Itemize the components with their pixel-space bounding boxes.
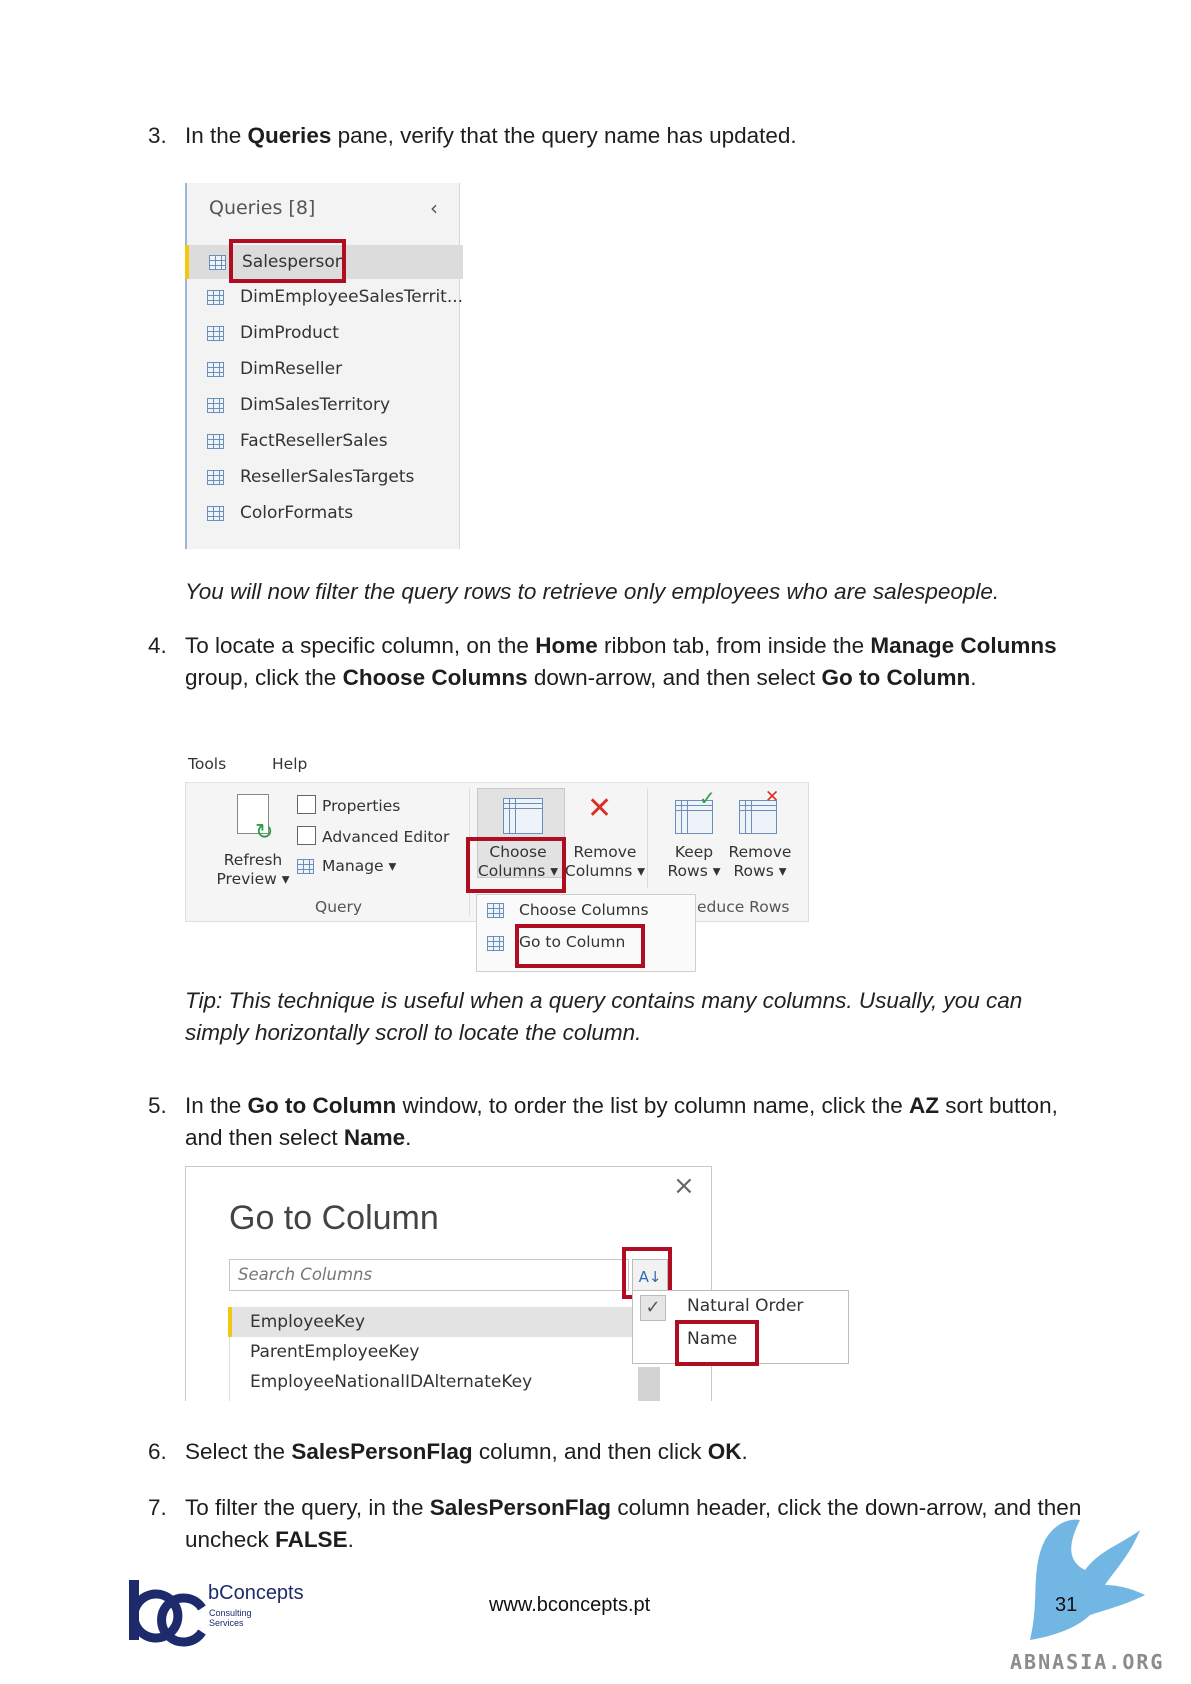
table-icon — [207, 326, 224, 341]
dragon-icon — [1030, 1519, 1145, 1640]
table-icon — [207, 362, 224, 377]
table-icon — [207, 398, 224, 413]
group-divider — [647, 788, 648, 888]
columns-list: EmployeeKey ParentEmployeeKey EmployeeNa… — [228, 1307, 636, 1401]
table-icon — [297, 859, 314, 874]
menu-item-choose-columns[interactable]: Choose Columns — [519, 901, 649, 919]
table-icon — [207, 506, 224, 521]
table-icon — [207, 290, 224, 305]
advanced-editor-icon — [297, 826, 316, 845]
search-columns-input[interactable]: Search Columns — [229, 1259, 629, 1291]
note-tip: Tip: This technique is useful when a que… — [185, 988, 1023, 1045]
footer-url[interactable]: www.bconcepts.pt — [489, 1594, 650, 1617]
remove-rows-button[interactable]: Remove Rows ▾ — [725, 843, 795, 881]
brand-name: bConcepts — [208, 1582, 304, 1604]
note-filter: You will now filter the query rows to re… — [185, 579, 1000, 604]
page-number: 31 — [1055, 1594, 1078, 1616]
ribbon-screenshot: Tools Help ↻ Refresh Preview ▾ Properties… — [185, 750, 810, 972]
advanced-editor-button[interactable]: Advanced Editor — [297, 826, 449, 848]
table-icon — [487, 936, 504, 951]
remove-columns-icon: ✕ — [587, 791, 613, 826]
queries-pane-title: Queries [8] — [209, 197, 316, 219]
chevron-left-icon[interactable]: ‹ — [430, 196, 438, 220]
properties-button[interactable]: Properties — [297, 795, 400, 817]
check-icon: ✓ — [640, 1295, 666, 1321]
queries-pane: Queries [8] ‹ Salesperson DimEmployeeSal… — [185, 183, 463, 549]
highlight-box — [675, 1320, 759, 1366]
brand-sub: Services — [209, 1618, 244, 1628]
query-group-label: Query — [315, 898, 363, 916]
watermark-text: ABNASIA.ORG — [1010, 1650, 1165, 1674]
manage-button[interactable]: Manage ▾ — [297, 857, 396, 879]
scrollbar[interactable] — [638, 1367, 660, 1401]
bc-logo-icon — [129, 1580, 206, 1647]
query-item[interactable]: DimProduct — [187, 316, 457, 350]
remove-columns-button[interactable]: Remove Columns ▾ — [563, 843, 647, 881]
brand-sub: Consulting — [209, 1608, 252, 1618]
step-number: 3. — [148, 123, 167, 148]
refresh-arrow-icon: ↻ — [255, 820, 274, 845]
refresh-preview-button[interactable]: Refresh Preview ▾ — [213, 851, 293, 889]
query-item[interactable]: ColorFormats — [187, 496, 457, 530]
dialog-title: Go to Column — [229, 1199, 439, 1237]
tab-tools[interactable]: Tools — [188, 755, 226, 773]
close-icon: ✕ — [765, 787, 780, 807]
query-item[interactable]: FactResellerSales — [187, 424, 457, 458]
list-item[interactable]: EmployeeKey — [228, 1307, 632, 1337]
highlight-box — [229, 239, 346, 283]
step-4: 4. To locate a specific column, on the H… — [148, 633, 1057, 690]
query-item[interactable]: DimReseller — [187, 352, 457, 386]
table-icon — [207, 470, 224, 485]
tab-help[interactable]: Help — [272, 755, 307, 773]
table-icon — [209, 255, 226, 270]
query-item[interactable]: DimSalesTerritory — [187, 388, 457, 422]
highlight-box — [515, 924, 645, 968]
query-item[interactable]: ResellerSalesTargets — [187, 460, 457, 494]
menu-item-natural-order[interactable]: Natural Order — [687, 1296, 803, 1316]
go-to-column-dialog: × Go to Column Search Columns A↓ Employe… — [185, 1166, 712, 1401]
bconcepts-logo: bConcepts Consulting Services — [126, 1578, 306, 1648]
properties-icon — [297, 795, 316, 814]
check-icon: ✓ — [699, 786, 716, 810]
table-icon — [207, 434, 224, 449]
step-7: 7. To filter the query, in the SalesPers… — [148, 1495, 1082, 1552]
table-icon — [487, 903, 504, 918]
watermark: 31 ABNASIA.ORG — [1010, 1500, 1180, 1684]
keep-rows-button[interactable]: Keep Rows ▾ — [659, 843, 729, 881]
list-item[interactable]: EmployeeNationalIDAlternateKey — [232, 1367, 632, 1397]
highlight-box — [466, 837, 566, 893]
list-item[interactable]: ParentEmployeeKey — [232, 1337, 632, 1367]
close-icon[interactable]: × — [673, 1171, 695, 1201]
choose-columns-icon — [503, 798, 543, 834]
reduce-rows-group-label: educe Rows — [697, 898, 790, 916]
step-5: 5. In the Go to Column window, to order … — [148, 1093, 1058, 1150]
query-item[interactable]: DimEmployeeSalesTerrit... — [187, 280, 463, 314]
